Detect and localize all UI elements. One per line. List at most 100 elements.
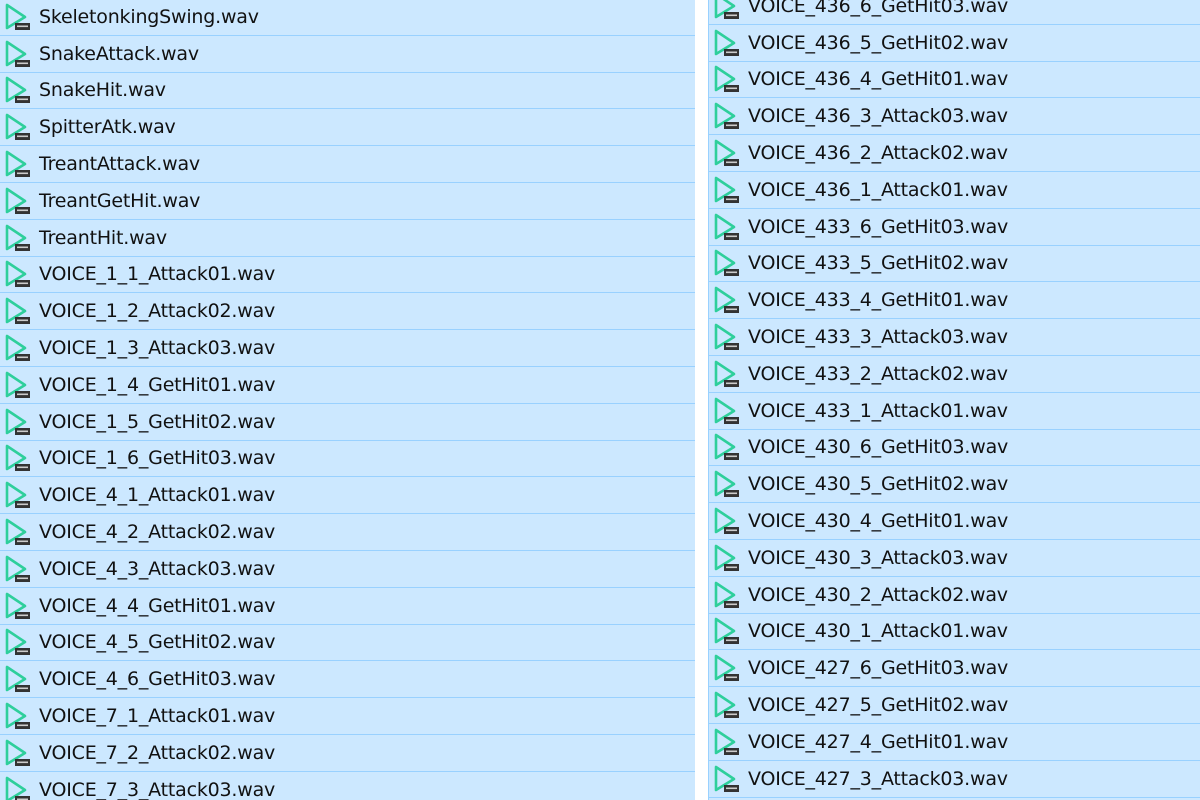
file-item[interactable]: VOICE_4_2_Attack02.wav <box>0 514 695 551</box>
file-name: VOICE_4_5_GetHit02.wav <box>39 631 276 654</box>
audio-file-icon <box>712 359 742 389</box>
audio-file-icon <box>3 480 33 510</box>
audio-file-icon <box>3 75 33 105</box>
file-item[interactable]: VOICE_430_6_GetHit03.wav <box>709 430 1200 467</box>
file-name: TreantGetHit.wav <box>39 189 201 212</box>
audio-file-icon <box>712 764 742 794</box>
file-item[interactable]: VOICE_430_2_Attack02.wav <box>709 577 1200 614</box>
file-name: VOICE_7_1_Attack01.wav <box>39 705 276 728</box>
file-name: VOICE_7_3_Attack03.wav <box>39 778 276 800</box>
audio-file-icon <box>3 664 33 694</box>
file-name: VOICE_433_1_Attack01.wav <box>748 399 1008 422</box>
file-list-right: VOICE_436_6_GetHit03.wav VOICE_436_5_GetH… <box>708 0 1200 800</box>
file-name: VOICE_433_2_Attack02.wav <box>748 362 1008 385</box>
file-name: VOICE_436_1_Attack01.wav <box>748 178 1008 201</box>
file-item[interactable]: VOICE_1_1_Attack01.wav <box>0 257 695 294</box>
file-item[interactable]: VOICE_1_6_GetHit03.wav <box>0 441 695 478</box>
file-item[interactable]: VOICE_427_4_GetHit01.wav <box>709 724 1200 761</box>
file-item[interactable]: VOICE_427_3_Attack03.wav <box>709 761 1200 798</box>
file-item[interactable]: TreantGetHit.wav <box>0 183 695 220</box>
file-item[interactable]: VOICE_433_2_Attack02.wav <box>709 356 1200 393</box>
file-name: SnakeAttack.wav <box>39 42 199 65</box>
file-name: VOICE_427_6_GetHit03.wav <box>748 657 1009 680</box>
file-item[interactable]: VOICE_4_1_Attack01.wav <box>0 477 695 515</box>
file-name: VOICE_433_4_GetHit01.wav <box>748 289 1009 312</box>
file-item[interactable]: VOICE_436_2_Attack02.wav <box>709 135 1200 172</box>
file-name: VOICE_436_6_GetHit03.wav <box>748 0 1009 17</box>
file-item[interactable]: VOICE_433_5_GetHit02.wav <box>709 246 1200 283</box>
audio-file-icon <box>712 506 742 536</box>
file-item[interactable]: VOICE_433_4_GetHit01.wav <box>709 282 1200 320</box>
file-name: VOICE_433_3_Attack03.wav <box>748 326 1008 349</box>
file-item[interactable]: VOICE_436_4_GetHit01.wav <box>709 62 1200 99</box>
file-name: VOICE_430_6_GetHit03.wav <box>748 436 1009 459</box>
file-name: VOICE_436_2_Attack02.wav <box>748 142 1008 165</box>
audio-file-icon <box>3 627 33 657</box>
file-name: VOICE_1_1_Attack01.wav <box>39 263 276 286</box>
file-name: SkeletonkingSwing.wav <box>39 5 259 28</box>
audio-file-icon <box>3 112 33 142</box>
audio-file-icon <box>3 223 33 253</box>
file-name: SnakeHit.wav <box>39 79 166 102</box>
audio-file-icon <box>3 407 33 437</box>
file-item[interactable]: TreantHit.wav <box>0 220 695 257</box>
file-item[interactable]: VOICE_433_1_Attack01.wav <box>709 393 1200 430</box>
file-name: VOICE_1_6_GetHit03.wav <box>39 447 276 470</box>
file-item[interactable]: VOICE_436_6_GetHit03.wav <box>709 0 1200 25</box>
file-item[interactable]: VOICE_1_5_GetHit02.wav <box>0 404 695 441</box>
file-item[interactable]: VOICE_4_6_GetHit03.wav <box>0 661 695 699</box>
audio-file-icon <box>712 543 742 573</box>
file-item[interactable]: VOICE_430_4_GetHit01.wav <box>709 503 1200 540</box>
audio-file-icon <box>712 0 742 21</box>
file-item[interactable]: TreantAttack.wav <box>0 146 695 183</box>
file-item[interactable]: VOICE_7_3_Attack03.wav <box>0 772 695 800</box>
audio-file-icon <box>712 285 742 315</box>
file-item[interactable]: SnakeAttack.wav <box>0 36 695 73</box>
file-item[interactable]: VOICE_427_6_GetHit03.wav <box>709 650 1200 688</box>
file-item[interactable]: SnakeHit.wav <box>0 73 695 110</box>
file-item[interactable]: VOICE_1_2_Attack02.wav <box>0 293 695 331</box>
file-item[interactable]: VOICE_4_4_GetHit01.wav <box>0 588 695 625</box>
file-name: VOICE_430_5_GetHit02.wav <box>748 473 1009 496</box>
file-item[interactable]: VOICE_4_3_Attack03.wav <box>0 551 695 588</box>
file-name: VOICE_427_3_Attack03.wav <box>748 767 1008 790</box>
file-name: VOICE_7_2_Attack02.wav <box>39 741 276 764</box>
file-item[interactable]: VOICE_433_3_Attack03.wav <box>709 319 1200 356</box>
file-item[interactable]: VOICE_7_1_Attack01.wav <box>0 698 695 735</box>
file-name: VOICE_1_2_Attack02.wav <box>39 300 276 323</box>
file-item[interactable]: VOICE_430_3_Attack03.wav <box>709 540 1200 577</box>
audio-file-icon <box>3 149 33 179</box>
audio-file-icon <box>3 296 33 326</box>
audio-file-icon <box>712 212 742 242</box>
file-name: VOICE_1_4_GetHit01.wav <box>39 373 276 396</box>
file-item[interactable]: VOICE_430_1_Attack01.wav <box>709 614 1200 651</box>
audio-file-icon <box>712 138 742 168</box>
file-name: VOICE_4_6_GetHit03.wav <box>39 668 276 691</box>
file-item[interactable]: SkeletonkingSwing.wav <box>0 0 695 36</box>
file-item[interactable]: VOICE_433_6_GetHit03.wav <box>709 209 1200 246</box>
audio-file-icon <box>3 443 33 473</box>
audio-file-icon <box>712 616 742 646</box>
file-item[interactable]: VOICE_427_5_GetHit02.wav <box>709 687 1200 724</box>
file-item[interactable]: VOICE_4_5_GetHit02.wav <box>0 625 695 662</box>
file-item[interactable]: VOICE_1_4_GetHit01.wav <box>0 367 695 404</box>
file-item[interactable]: VOICE_430_5_GetHit02.wav <box>709 466 1200 504</box>
file-name: VOICE_433_5_GetHit02.wav <box>748 252 1009 275</box>
file-item[interactable]: VOICE_436_3_Attack03.wav <box>709 98 1200 136</box>
file-name: VOICE_436_5_GetHit02.wav <box>748 31 1009 54</box>
file-name: VOICE_427_5_GetHit02.wav <box>748 694 1009 717</box>
file-item[interactable]: VOICE_436_1_Attack01.wav <box>709 172 1200 209</box>
file-item[interactable]: VOICE_1_3_Attack03.wav <box>0 330 695 367</box>
audio-file-icon <box>712 727 742 757</box>
file-item[interactable]: SpitterAtk.wav <box>0 109 695 147</box>
file-name: VOICE_430_3_Attack03.wav <box>748 546 1008 569</box>
audio-file-icon <box>712 64 742 94</box>
audio-file-icon <box>3 333 33 363</box>
file-item[interactable]: VOICE_7_2_Attack02.wav <box>0 735 695 772</box>
file-name: SpitterAtk.wav <box>39 116 176 139</box>
file-item[interactable]: VOICE_436_5_GetHit02.wav <box>709 25 1200 62</box>
audio-file-icon <box>712 101 742 131</box>
file-name: VOICE_427_4_GetHit01.wav <box>748 730 1009 753</box>
file-list-left: SkeletonkingSwing.wav SnakeAttack.wav Snak… <box>0 0 695 800</box>
audio-file-icon <box>712 175 742 205</box>
